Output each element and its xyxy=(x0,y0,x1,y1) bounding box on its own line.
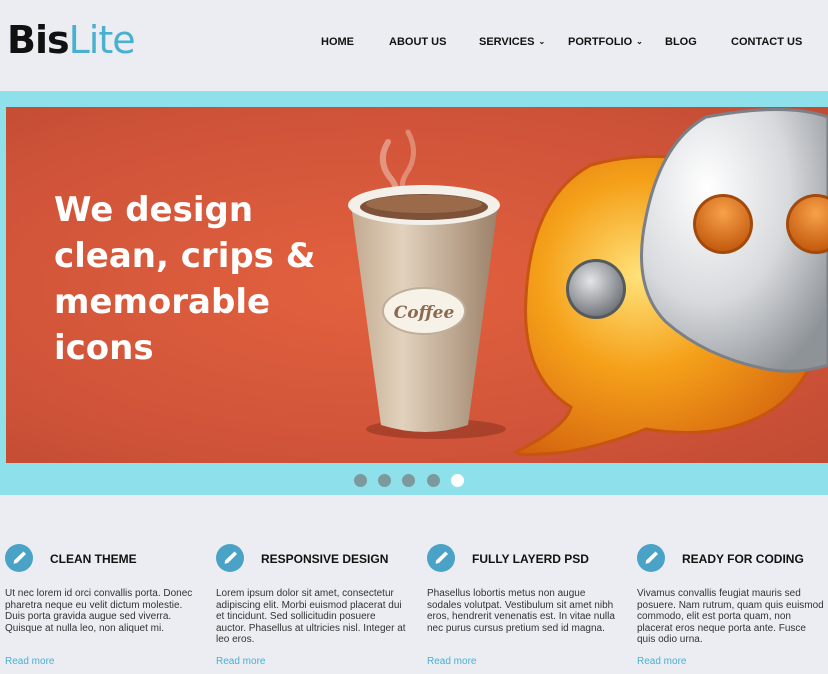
slider-pagination xyxy=(0,474,828,488)
slider-dot-2[interactable] xyxy=(378,474,391,487)
nav-item-label: SERVICES xyxy=(479,36,535,48)
feature-description: Vivamus convallis feugiat mauris sed pos… xyxy=(637,588,824,645)
nav-item-label: CONTACT US xyxy=(731,36,803,48)
feature-title: CLEAN THEME xyxy=(50,552,137,566)
read-more-link[interactable]: Read more xyxy=(5,656,54,667)
read-more-link[interactable]: Read more xyxy=(216,656,265,667)
site-header: BisLite HOME ABOUT US SERVICES ⌄ PORTFOLI… xyxy=(0,0,828,90)
pencil-icon xyxy=(637,544,665,572)
chevron-down-icon: ⌄ xyxy=(538,37,546,46)
slider-dot-3[interactable] xyxy=(402,474,415,487)
feature-description: Ut nec lorem id orci convallis porta. Do… xyxy=(5,588,193,634)
slider-dot-1[interactable] xyxy=(354,474,367,487)
hero-headline-line: clean, crips & xyxy=(54,236,316,276)
nav-item-label: ABOUT US xyxy=(389,36,447,48)
hero-headline-line: memorable xyxy=(54,282,271,322)
pencil-icon xyxy=(5,544,33,572)
slider-dot-5[interactable] xyxy=(451,474,464,487)
slider-dot-4[interactable] xyxy=(427,474,440,487)
pencil-icon xyxy=(427,544,455,572)
nav-item-blog[interactable]: BLOG xyxy=(665,36,697,48)
feature-title: READY FOR CODING xyxy=(682,552,804,566)
feature-title: FULLY LAYERD PSD xyxy=(472,552,589,566)
read-more-link[interactable]: Read more xyxy=(637,656,686,667)
nav-item-label: HOME xyxy=(321,36,354,48)
chevron-down-icon: ⌄ xyxy=(636,37,643,46)
read-more-link[interactable]: Read more xyxy=(427,656,476,667)
feature-description: Lorem ipsum dolor sit amet, consectetur … xyxy=(216,588,406,645)
pencil-icon xyxy=(216,544,244,572)
brand-logo-light: Lite xyxy=(68,18,136,62)
nav-item-portfolio[interactable]: PORTFOLIO ⌄ xyxy=(568,36,643,48)
nav-item-label: BLOG xyxy=(665,36,697,48)
hero-headline: We design clean, crips & memorable icons xyxy=(54,187,354,371)
nav-item-about-us[interactable]: ABOUT US xyxy=(389,36,446,48)
nav-item-home[interactable]: HOME xyxy=(321,36,354,48)
nav-item-contact-us[interactable]: CONTACT US xyxy=(731,36,802,48)
nav-item-services[interactable]: SERVICES ⌄ xyxy=(479,36,545,48)
nav-item-label: PORTFOLIO xyxy=(568,36,633,48)
hero-slider: Coffee We design clean, crips & memorabl… xyxy=(0,91,828,495)
brand-logo-bold: Bis xyxy=(7,18,70,62)
hero-headline-line: icons xyxy=(54,328,154,368)
feature-description: Phasellus lobortis metus non augue sodal… xyxy=(427,588,615,634)
cup-label: Coffee xyxy=(394,303,455,323)
hero-slide[interactable]: Coffee We design clean, crips & memorabl… xyxy=(6,107,828,463)
feature-title: RESPONSIVE DESIGN xyxy=(261,552,389,566)
brand-logo[interactable]: BisLite xyxy=(7,18,136,62)
hero-headline-line: We design xyxy=(54,190,254,230)
